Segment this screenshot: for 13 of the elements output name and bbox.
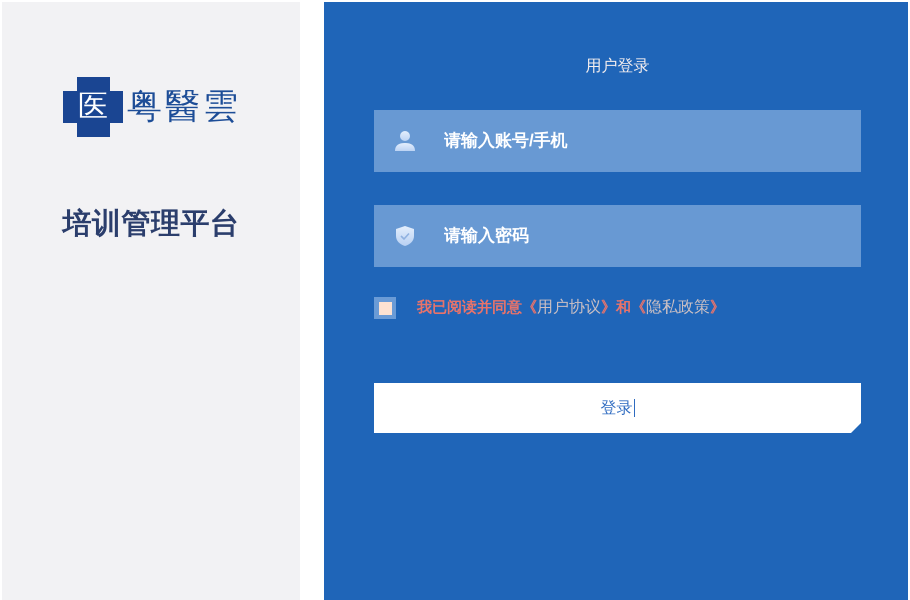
login-button[interactable]: 登录: [374, 383, 861, 433]
logo-emblem: 医: [63, 77, 123, 137]
login-title: 用户登录: [584, 57, 650, 77]
account-field[interactable]: 请输入账号/手机: [374, 110, 861, 172]
password-field[interactable]: 请输入密码: [374, 205, 861, 267]
agreement-text: 我已阅读并同意《用户协议》和《隐私政策》: [417, 298, 725, 318]
agreement-checkbox[interactable]: [374, 297, 396, 319]
logo-name: 粤醫雲: [127, 87, 241, 127]
agreement-link[interactable]: 用户协议: [537, 299, 601, 316]
user-icon: [394, 130, 416, 152]
platform-title: 培训管理平台: [62, 206, 240, 242]
agreement-link[interactable]: 隐私政策: [646, 299, 710, 316]
shield-check-icon: [394, 225, 416, 247]
